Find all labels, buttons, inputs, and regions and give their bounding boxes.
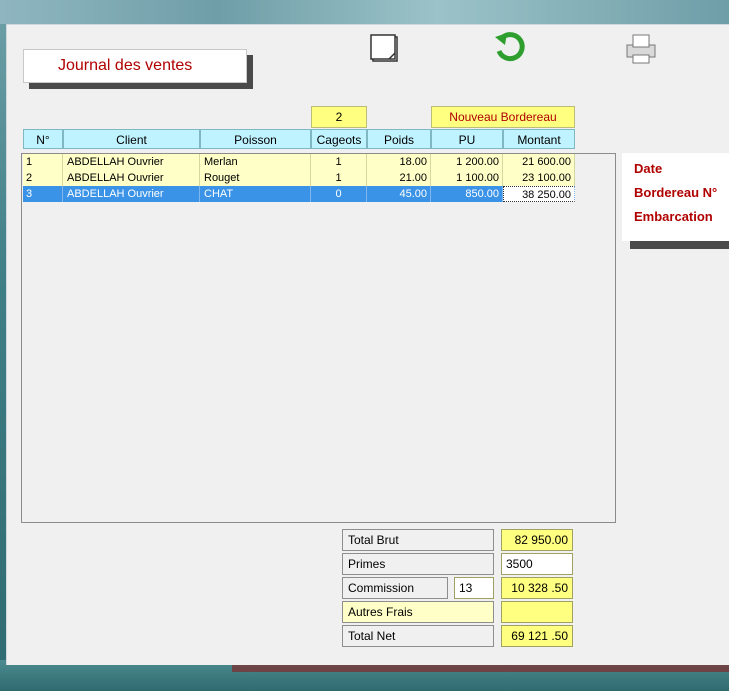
- cell-montant: 23 100.00: [503, 170, 575, 186]
- table-row[interactable]: 2 ABDELLAH Ouvrier Rouget 1 21.00 1 100.…: [23, 170, 575, 186]
- cell-n: 1: [23, 154, 63, 170]
- table-row-selected[interactable]: 3 ABDELLAH Ouvrier CHAT 0 45.00 850.00 3…: [23, 186, 575, 202]
- col-header-cageots[interactable]: Cageots: [311, 129, 367, 149]
- total-net-label: Total Net: [342, 625, 494, 647]
- col-header-n[interactable]: N°: [23, 129, 63, 149]
- cell-client: ABDELLAH Ouvrier: [63, 154, 200, 170]
- print-icon[interactable]: [623, 31, 659, 67]
- autres-frais-label: Autres Frais: [342, 601, 494, 623]
- primes-label: Primes: [342, 553, 494, 575]
- cell-pu: 1 200.00: [431, 154, 503, 170]
- date-label: Date: [634, 161, 663, 176]
- cageots-count: 2: [311, 106, 367, 128]
- embarcation-label: Embarcation: [634, 209, 713, 224]
- bordereau-number-label: Bordereau N°: [634, 185, 718, 200]
- page-title: Journal des ventes: [58, 57, 193, 74]
- cell-poisson: CHAT: [200, 186, 311, 202]
- table-row[interactable]: 1 ABDELLAH Ouvrier Merlan 1 18.00 1 200.…: [23, 154, 575, 170]
- bordereau-info-panel: Date Bordereau N° Embarcation: [622, 153, 729, 241]
- commission-value: 10 328 .50: [501, 577, 573, 599]
- total-brut-value: 82 950.00: [501, 529, 573, 551]
- cell-poids: 21.00: [367, 170, 431, 186]
- col-header-montant[interactable]: Montant: [503, 129, 575, 149]
- desktop-bottom-text: [232, 664, 729, 672]
- col-header-poids[interactable]: Poids: [367, 129, 431, 149]
- primes-input[interactable]: 3500: [501, 553, 573, 575]
- cell-poids: 45.00: [367, 186, 431, 202]
- cell-montant[interactable]: 38 250.00: [503, 186, 575, 202]
- total-brut-label: Total Brut: [342, 529, 494, 551]
- commission-rate-input[interactable]: 13: [454, 577, 494, 599]
- title-panel: Journal des ventes: [23, 49, 247, 83]
- cell-n: 3: [23, 186, 63, 202]
- cell-cageots: 0: [311, 186, 367, 202]
- cell-montant: 21 600.00: [503, 154, 575, 170]
- cell-poids: 18.00: [367, 154, 431, 170]
- cell-cageots: 1: [311, 170, 367, 186]
- cell-n: 2: [23, 170, 63, 186]
- cell-client: ABDELLAH Ouvrier: [63, 170, 200, 186]
- nouveau-bordereau-button[interactable]: Nouveau Bordereau: [431, 106, 575, 128]
- commission-label: Commission: [342, 577, 448, 599]
- cell-client: ABDELLAH Ouvrier: [63, 186, 200, 202]
- cell-poisson: Rouget: [200, 170, 311, 186]
- cell-pu: 1 100.00: [431, 170, 503, 186]
- cell-cageots: 1: [311, 154, 367, 170]
- col-header-pu[interactable]: PU: [431, 129, 503, 149]
- cell-poisson: Merlan: [200, 154, 311, 170]
- cell-pu: 850.00: [431, 186, 503, 202]
- journal-window: Journal des ventes 2 Nouveau Bordereau N…: [6, 24, 729, 665]
- refresh-icon[interactable]: [493, 31, 529, 67]
- autres-frais-value[interactable]: [501, 601, 573, 623]
- desktop-background: [0, 0, 729, 24]
- col-header-poisson[interactable]: Poisson: [200, 129, 311, 149]
- col-header-client[interactable]: Client: [63, 129, 200, 149]
- total-net-value: 69 121 .50: [501, 625, 573, 647]
- sales-grid[interactable]: 1 ABDELLAH Ouvrier Merlan 1 18.00 1 200.…: [21, 153, 616, 523]
- page-icon[interactable]: [367, 31, 403, 67]
